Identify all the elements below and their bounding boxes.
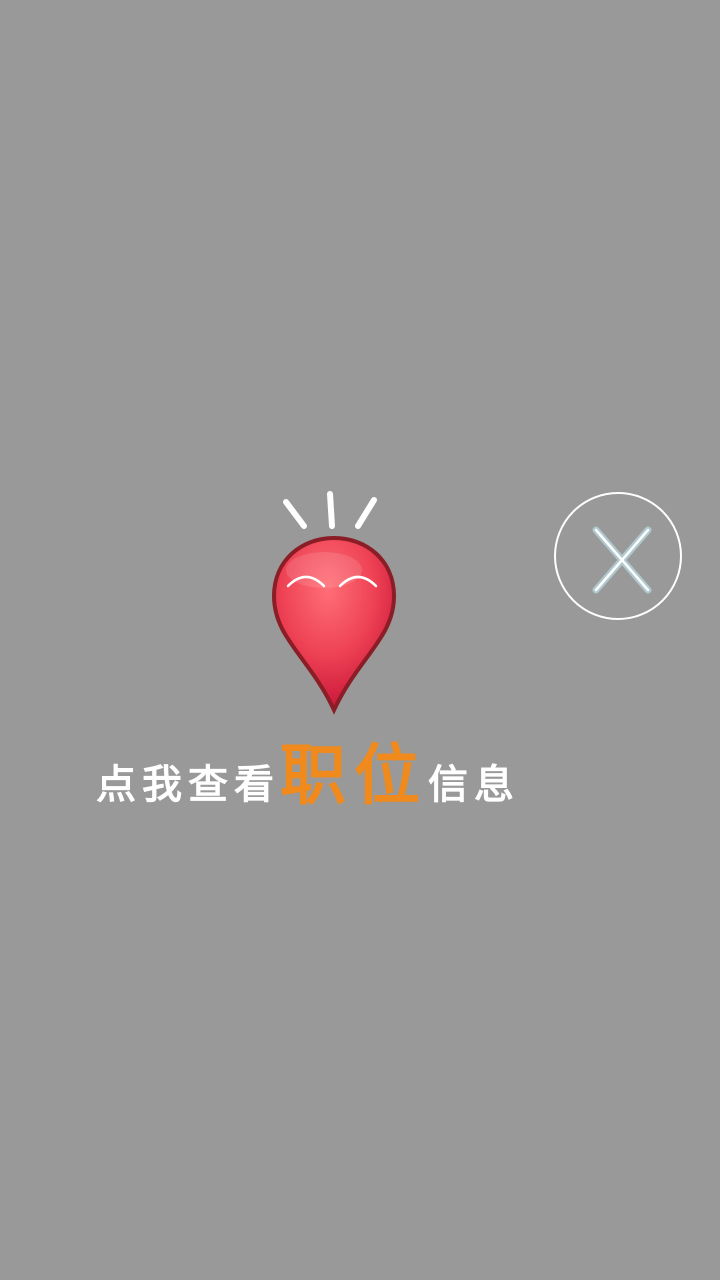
location-pin-icon[interactable]: [266, 488, 402, 718]
prompt-text-after: 信息: [428, 762, 520, 808]
prompt-text-highlight: 职位: [280, 737, 428, 814]
close-icon: [592, 526, 652, 594]
sparkle-icon: [283, 491, 377, 529]
view-job-info-prompt[interactable]: 点我查看职位信息: [96, 722, 520, 814]
guide-overlay[interactable]: 点我查看职位信息: [0, 0, 720, 1280]
prompt-text-before: 点我查看: [96, 762, 280, 808]
close-button[interactable]: [554, 492, 682, 620]
